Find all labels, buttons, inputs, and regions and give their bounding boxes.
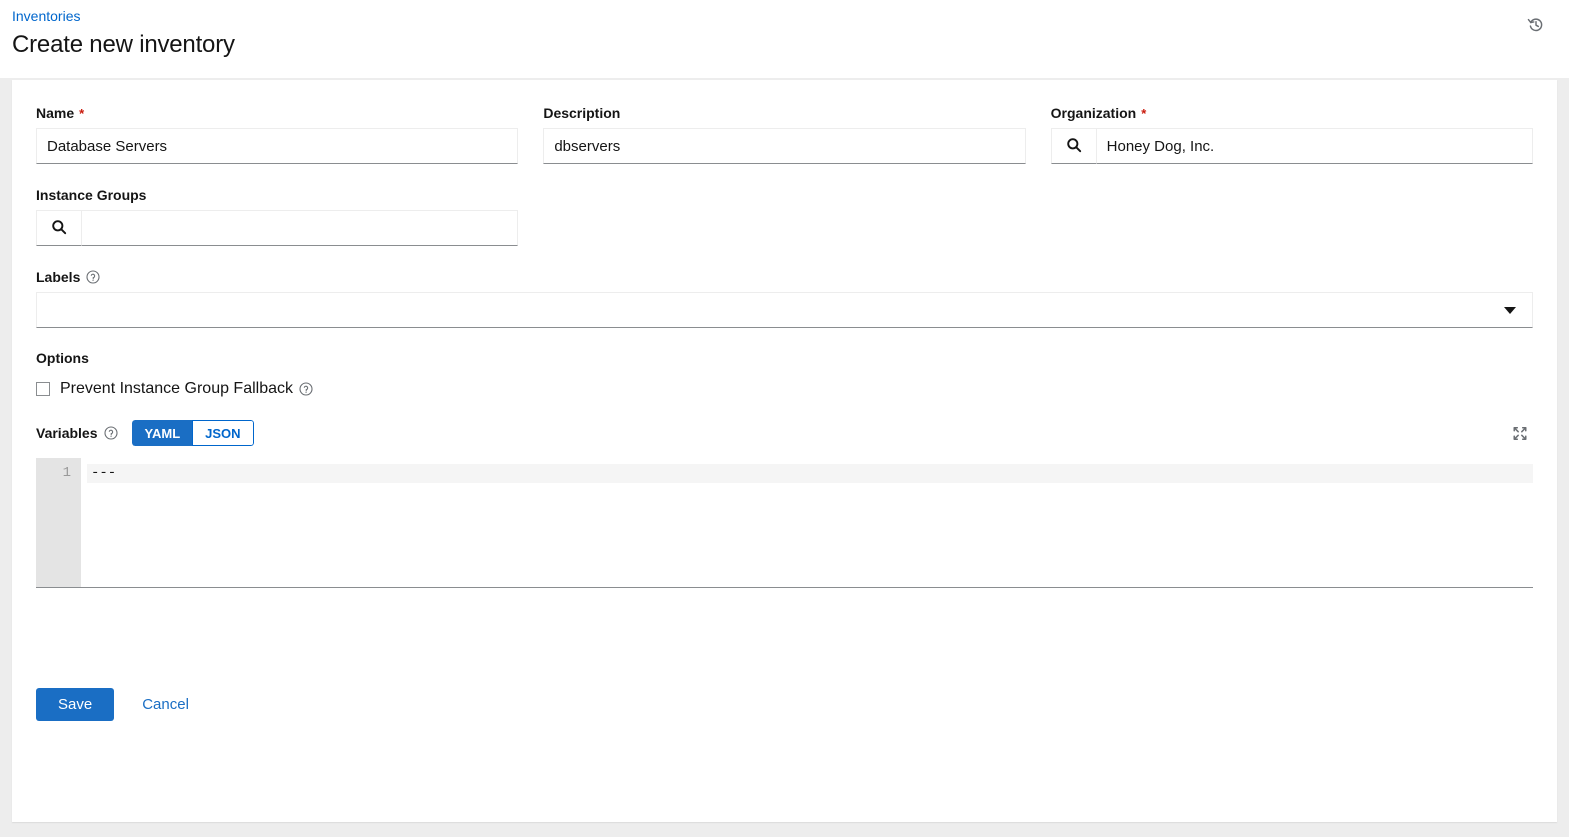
field-organization: Organization * (1050, 104, 1533, 164)
instance-groups-input[interactable] (82, 210, 519, 246)
name-input[interactable] (36, 128, 519, 164)
options-title: Options (36, 350, 89, 366)
variables-format-yaml-button[interactable]: YAML (131, 420, 193, 446)
expand-arrows-icon[interactable] (1507, 420, 1533, 446)
field-description: Description (543, 104, 1026, 164)
form-grid-row-2: Instance Groups (36, 186, 1533, 268)
page-header: Inventories Create new inventory (0, 0, 1569, 78)
header-actions (1521, 10, 1551, 40)
instance-groups-search-button[interactable] (36, 210, 82, 246)
required-indicator-name: * (79, 105, 85, 121)
search-icon (51, 219, 67, 238)
search-icon (1066, 137, 1082, 156)
code-line-text: --- (87, 464, 1533, 483)
required-indicator-organization: * (1141, 105, 1147, 121)
code-line-number: 1 (62, 465, 71, 481)
label-name-text: Name (36, 105, 75, 121)
variables-format-toggle-group: YAML JSON (131, 420, 254, 446)
code-editor-gutter: 1 (36, 458, 81, 587)
field-labels: Labels (36, 268, 1533, 328)
spacer-cell-a (543, 186, 1025, 268)
question-circle-icon[interactable] (86, 270, 100, 284)
organization-search-button[interactable] (1050, 128, 1097, 164)
organization-input[interactable] (1096, 128, 1533, 164)
code-editor-content[interactable]: --- (81, 458, 1533, 587)
labels-select-toggle[interactable] (36, 292, 1533, 328)
page-title: Create new inventory (12, 31, 235, 58)
variables-section: Variables YAML JSON 1 --- (36, 420, 1533, 588)
cancel-button[interactable]: Cancel (136, 695, 195, 714)
form-card: Name * Description Organization * (12, 80, 1557, 822)
question-circle-icon[interactable] (103, 426, 118, 440)
variables-code-editor[interactable]: 1 --- (36, 458, 1533, 588)
form-actions: Save Cancel (36, 688, 1533, 721)
label-organization-text: Organization (1050, 105, 1137, 121)
label-description: Description (543, 104, 1025, 122)
question-circle-icon[interactable] (299, 382, 313, 396)
caret-down-icon (1504, 306, 1516, 314)
label-description-text: Description (543, 105, 621, 121)
variables-header: Variables YAML JSON (36, 420, 1533, 446)
form-card-body: Name * Description Organization * (12, 80, 1557, 745)
description-input[interactable] (543, 128, 1026, 164)
label-instance-groups-text: Instance Groups (36, 187, 147, 203)
label-labels: Labels (36, 268, 1533, 286)
breadcrumb-inventories[interactable]: Inventories (12, 6, 80, 26)
variables-title-group: Variables (36, 425, 118, 441)
field-instance-groups: Instance Groups (36, 186, 519, 246)
organization-input-group (1050, 128, 1533, 164)
variables-format-json-button[interactable]: JSON (192, 420, 254, 446)
options-section: Options Prevent Instance Group Fallback (36, 350, 1533, 398)
history-icon[interactable] (1521, 10, 1551, 40)
label-organization: Organization * (1051, 104, 1533, 122)
label-instance-groups: Instance Groups (36, 186, 518, 204)
instance-groups-input-group (36, 210, 519, 246)
label-name: Name * (36, 104, 518, 122)
form-grid-row-1: Name * Description Organization * (36, 104, 1533, 186)
prevent-instance-group-fallback-checkbox[interactable] (36, 382, 50, 396)
label-labels-text: Labels (36, 269, 81, 285)
variables-title: Variables (36, 425, 98, 441)
field-name: Name * (36, 104, 519, 164)
save-button[interactable]: Save (36, 688, 115, 721)
spacer-cell-b (1051, 186, 1533, 268)
prevent-fallback-row: Prevent Instance Group Fallback (36, 380, 1533, 398)
prevent-instance-group-fallback-label[interactable]: Prevent Instance Group Fallback (60, 380, 293, 398)
